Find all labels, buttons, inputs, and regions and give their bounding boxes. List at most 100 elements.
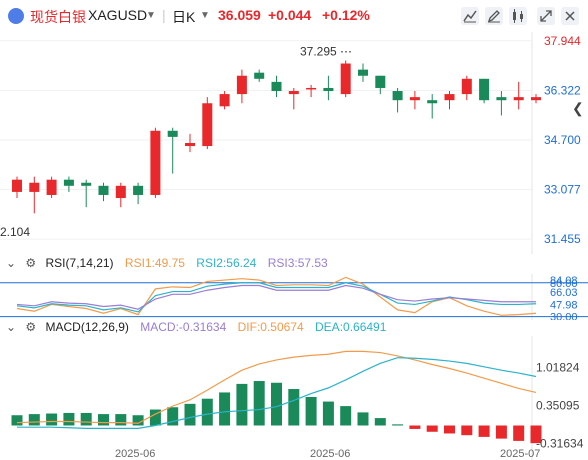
candle-body [513, 97, 524, 101]
candle-body [427, 100, 438, 104]
candle-body [358, 69, 368, 76]
macd-histogram-bar [357, 412, 369, 426]
macd-histogram-bar [201, 398, 213, 426]
macd-panel: ⌄ ⚙ MACD(12,26,9) MACD:-0.31634 DIF:0.50… [0, 318, 588, 460]
candle-body [46, 179, 57, 195]
candle-body [202, 103, 213, 147]
rsi-panel: ⌄ ⚙ RSI(7,14,21) RSI1:49.75 RSI2:56.24 R… [0, 254, 588, 320]
candle-body [375, 75, 386, 88]
macd-histogram-bar [28, 414, 40, 426]
candlestick-type-icon[interactable] [508, 6, 528, 26]
rsi-title: RSI(7,14,21) [45, 256, 114, 270]
price-tick-label: 33.077 [544, 183, 581, 197]
collapse-chevron-icon[interactable]: ⌄ [6, 320, 16, 334]
divider: | [162, 7, 166, 23]
macd-legend: ⌄ ⚙ MACD(12,26,9) MACD:-0.31634 DIF:0.50… [6, 320, 386, 334]
candle-body [254, 72, 265, 79]
expand-icon[interactable] [536, 6, 556, 26]
rsi-line [16, 284, 536, 310]
settings-gear-icon[interactable]: ⚙ [25, 256, 36, 270]
rsi-chart: 80.0084.0866.0347.9830.00 [0, 274, 588, 320]
candle-body [98, 185, 109, 195]
date-tick-label: 2025-07 [500, 448, 540, 460]
candle-body [185, 143, 195, 147]
macd-histogram-bar [46, 413, 58, 426]
candle-body [409, 97, 420, 101]
macd-tick-label: 0.35095 [536, 398, 580, 412]
current-price: 36.059 [218, 7, 261, 23]
candle-body [219, 94, 230, 107]
dif-label: DIF:0.50674 [237, 320, 304, 334]
close-icon[interactable] [560, 6, 580, 26]
rsi1-label: RSI1:49.75 [124, 256, 185, 270]
macd-title: MACD(12,26,9) [45, 320, 129, 334]
macd-tick-label: 1.01824 [536, 360, 580, 374]
candlestick-chart: 37.944 36.322 34.700 33.077 31.455 37.295 ⋯ 2.… [0, 32, 581, 254]
rsi3-label: RSI3:57.53 [267, 256, 328, 270]
candle-body [115, 185, 126, 199]
candle-body [29, 182, 40, 192]
macd-histogram-bar [132, 415, 144, 426]
candle-body [306, 87, 317, 90]
period-selector[interactable]: 日K [172, 7, 195, 27]
macd-histogram-bar [253, 381, 265, 426]
draw-pencil-icon[interactable] [484, 6, 504, 26]
candle-body [167, 130, 178, 137]
macd-histogram-bar [115, 414, 127, 426]
candle-body [340, 63, 351, 95]
period-caret-icon[interactable]: ▼ [200, 10, 210, 21]
price-tick-label: 31.455 [544, 232, 581, 246]
macd-histogram-bar [409, 425, 421, 429]
candle-body [133, 185, 144, 195]
rsi-tick-label: 66.03 [550, 287, 578, 299]
rsi-tick-label: 47.98 [550, 299, 578, 311]
macd-histogram-bar [80, 412, 92, 426]
macd-histogram-bar [322, 401, 334, 426]
candle-body [236, 75, 247, 95]
macd-histogram-bar [219, 392, 231, 426]
date-tick-label: 2025-06 [310, 448, 350, 460]
candle-body [12, 179, 22, 192]
candle-body [271, 81, 282, 92]
line-chart-icon[interactable] [460, 6, 480, 26]
macd-histogram-bar [63, 412, 75, 426]
date-tick-label: 2025-06 [115, 448, 155, 460]
candle-body [392, 91, 403, 101]
candle-body [496, 97, 507, 101]
instrument-symbol[interactable]: XAGUSD [88, 7, 147, 23]
macd-histogram-bar [374, 418, 386, 426]
price-tick-label: 36.322 [544, 83, 581, 97]
settings-gear-icon[interactable]: ⚙ [25, 320, 36, 334]
macd-histogram-bar [392, 424, 404, 426]
candle-body [444, 94, 455, 101]
candle-body [461, 78, 472, 95]
macd-histogram-bar [478, 425, 490, 437]
rsi-legend: ⌄ ⚙ RSI(7,14,21) RSI1:49.75 RSI2:56.24 R… [6, 256, 328, 270]
instrument-name[interactable]: 现货白银 [30, 7, 86, 27]
macd-histogram-bar [495, 425, 507, 439]
price-tick-label: 34.700 [544, 133, 581, 147]
rsi-tick-label: 84.08 [550, 275, 578, 287]
macd-tick-label: -0.31634 [536, 437, 584, 451]
candle-body [531, 97, 541, 101]
macd-histogram-bar [288, 389, 300, 426]
macd-histogram-bar [513, 425, 525, 441]
macd-histogram-bar [426, 425, 438, 432]
candle-body [150, 130, 161, 195]
rsi-line [16, 282, 537, 313]
candle-body [63, 179, 74, 186]
macd-histogram-bar [184, 403, 196, 426]
macd-chart: 1.01824 0.35095 -0.31634 2025-06 2025-06 2025… [11, 336, 584, 460]
price-change-pct: +0.12% [322, 7, 370, 23]
macd-histogram-bar [461, 425, 473, 436]
collapse-chevron-icon[interactable]: ⌄ [6, 256, 16, 270]
low-annotation: 2.104 [0, 225, 30, 239]
candle-body [479, 78, 490, 101]
candle-body [323, 87, 334, 92]
macd-label: MACD:-0.31634 [140, 320, 227, 334]
candle-body [288, 91, 299, 95]
caret-down-icon[interactable]: ▼ [146, 10, 156, 21]
rsi2-label: RSI2:56.24 [196, 256, 257, 270]
price-tick-label: 37.944 [544, 34, 581, 48]
macd-histogram-bar [236, 383, 248, 426]
